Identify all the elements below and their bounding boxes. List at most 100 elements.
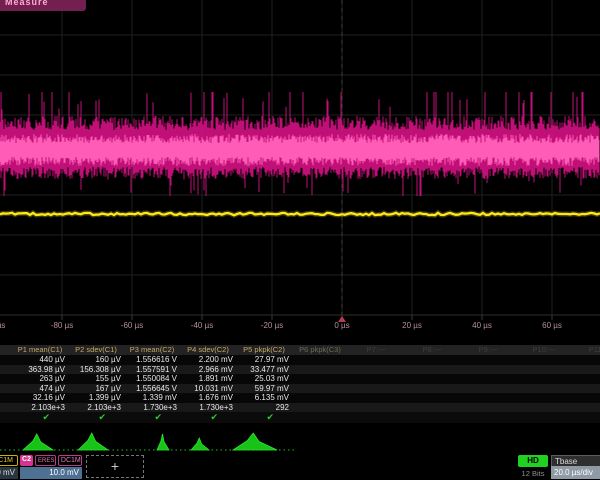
time-axis-label: -100 µs bbox=[0, 321, 22, 330]
param-value-cell: 27.97 mV bbox=[236, 355, 292, 365]
param-header-11[interactable]: P11:--- bbox=[572, 345, 600, 355]
param-value-cell: 155 µV bbox=[68, 374, 124, 384]
oscilloscope-screen: Measure -100 µs-80 µs-60 µs-40 µs-20 µs0… bbox=[0, 0, 600, 480]
time-axis-label: -80 µs bbox=[32, 321, 92, 330]
measurement-row: 263 µV155 µV1.550084 V1.891 mV25.03 mV bbox=[0, 374, 600, 384]
param-value-cell bbox=[572, 374, 600, 384]
param-value-cell: 1.730e+3 bbox=[180, 403, 236, 413]
param-value-cell bbox=[292, 384, 348, 394]
top-menu-label-text: Measure bbox=[0, 0, 86, 7]
status-check-icon: ✔ bbox=[12, 412, 68, 423]
timebase-value: 20.0 µs/div bbox=[551, 466, 600, 479]
param-value-cell: 156.308 µV bbox=[68, 365, 124, 375]
param-value-cell bbox=[460, 384, 516, 394]
param-value-cell bbox=[404, 355, 460, 365]
param-value-cell: 160 µV bbox=[68, 355, 124, 365]
param-value-cell bbox=[572, 355, 600, 365]
param-value-cell: 1.399 µV bbox=[68, 393, 124, 403]
param-value-cell: 1.891 mV bbox=[180, 374, 236, 384]
param-value-cell bbox=[404, 393, 460, 403]
param-value-cell bbox=[404, 403, 460, 413]
param-value-cell bbox=[516, 374, 572, 384]
param-value-cell: 167 µV bbox=[68, 384, 124, 394]
param-value-cell bbox=[516, 355, 572, 365]
channel-descriptor-c2[interactable]: C2 ERES DC1M 10.0 mV bbox=[20, 455, 82, 479]
param-value-cell: 2.103e+3 bbox=[12, 403, 68, 413]
param-value-cell bbox=[460, 393, 516, 403]
c1-coupling-tag: DC1M bbox=[0, 455, 18, 466]
hd-bits-label: 12 Bits bbox=[512, 469, 554, 478]
param-value-cell: 10.031 mV bbox=[180, 384, 236, 394]
c1-tag-row: C1 DC1M bbox=[0, 455, 18, 466]
time-axis-label: 0 µs bbox=[312, 321, 372, 330]
param-header-10[interactable]: P10:--- bbox=[516, 345, 572, 355]
param-value-cell: 1.676 mV bbox=[180, 393, 236, 403]
param-value-cell: 292 bbox=[236, 403, 292, 413]
param-value-cell bbox=[292, 365, 348, 375]
status-check-icon: ✔ bbox=[180, 412, 236, 423]
param-value-cell bbox=[460, 403, 516, 413]
param-value-cell: 32.16 µV bbox=[12, 393, 68, 403]
channel-descriptor-c1[interactable]: C1 DC1M 10.0 mV bbox=[0, 455, 18, 479]
param-header-2[interactable]: P2 sdev(C1) bbox=[68, 345, 124, 355]
c2-tag-row: C2 ERES DC1M bbox=[20, 455, 82, 466]
param-value-cell: 1.556645 V bbox=[124, 384, 180, 394]
param-value-cell bbox=[348, 384, 404, 394]
param-value-cell: 440 µV bbox=[12, 355, 68, 365]
param-header-7[interactable]: P7:--- bbox=[348, 345, 404, 355]
param-value-cell bbox=[516, 403, 572, 413]
measurement-row: 363.98 µV156.308 µV1.557591 V2.966 mV33.… bbox=[0, 365, 600, 375]
hd-mode-badge[interactable]: HD bbox=[518, 455, 548, 467]
time-axis-label: -40 µs bbox=[172, 321, 232, 330]
measurement-row: 440 µV160 µV1.556616 V2.200 mV27.97 mV bbox=[0, 355, 600, 365]
param-value-cell bbox=[460, 355, 516, 365]
param-value-cell: 1.730e+3 bbox=[124, 403, 180, 413]
time-axis-label: 20 µs bbox=[382, 321, 442, 330]
param-value-cell bbox=[516, 365, 572, 375]
param-value-cell: 6.135 mV bbox=[236, 393, 292, 403]
timebase-descriptor[interactable]: Tbase 20.0 µs/div bbox=[551, 455, 600, 479]
param-value-cell: 59.97 mV bbox=[236, 384, 292, 394]
param-value-cell bbox=[292, 355, 348, 365]
param-value-cell bbox=[404, 365, 460, 375]
param-value-cell bbox=[292, 403, 348, 413]
measurement-table: P1 mean(C1)P2 sdev(C1)P3 mean(C2)P4 sdev… bbox=[0, 345, 600, 423]
param-value-cell bbox=[404, 374, 460, 384]
time-axis-label: 60 µs bbox=[522, 321, 582, 330]
param-header-9[interactable]: P9:--- bbox=[460, 345, 516, 355]
param-value-cell bbox=[348, 374, 404, 384]
param-value-cell bbox=[572, 403, 600, 413]
status-check-icon: ✔ bbox=[124, 412, 180, 423]
param-value-cell: 1.556616 V bbox=[124, 355, 180, 365]
param-value-cell bbox=[348, 365, 404, 375]
measurement-row: 32.16 µV1.399 µV1.339 mV1.676 mV6.135 mV bbox=[0, 393, 600, 403]
param-value-cell bbox=[404, 384, 460, 394]
measurement-row: 2.103e+32.103e+31.730e+31.730e+3292 bbox=[0, 403, 600, 413]
top-menu-label[interactable]: Measure bbox=[0, 0, 86, 11]
param-value-cell bbox=[516, 393, 572, 403]
param-value-cell: 33.477 mV bbox=[236, 365, 292, 375]
param-value-cell bbox=[572, 365, 600, 375]
c1-scale-value: 10.0 mV bbox=[0, 467, 18, 479]
param-value-cell: 2.103e+3 bbox=[68, 403, 124, 413]
param-header-6[interactable]: P6 pkpk(C3) bbox=[292, 345, 348, 355]
param-header-3[interactable]: P3 mean(C2) bbox=[124, 345, 180, 355]
timebase-title: Tbase bbox=[551, 455, 600, 466]
param-header-1[interactable]: P1 mean(C1) bbox=[12, 345, 68, 355]
status-check-icon: ✔ bbox=[68, 412, 124, 423]
time-axis-label: 40 µs bbox=[452, 321, 512, 330]
param-value-cell bbox=[572, 393, 600, 403]
time-axis-label: -20 µs bbox=[242, 321, 302, 330]
param-header-5[interactable]: P5 pkpk(C2) bbox=[236, 345, 292, 355]
param-header-8[interactable]: P8:--- bbox=[404, 345, 460, 355]
c2-eres-tag: ERES bbox=[35, 455, 56, 466]
param-value-cell: 1.550084 V bbox=[124, 374, 180, 384]
param-value-cell: 363.98 µV bbox=[12, 365, 68, 375]
c2-scale-value: 10.0 mV bbox=[20, 467, 82, 479]
measurement-header-row: P1 mean(C1)P2 sdev(C1)P3 mean(C2)P4 sdev… bbox=[0, 345, 600, 355]
param-value-cell: 25.03 mV bbox=[236, 374, 292, 384]
param-value-cell: 2.200 mV bbox=[180, 355, 236, 365]
measurement-row: 474 µV167 µV1.556645 V10.031 mV59.97 mV bbox=[0, 384, 600, 394]
add-trace-button[interactable]: + bbox=[86, 455, 144, 478]
param-header-4[interactable]: P4 sdev(C2) bbox=[180, 345, 236, 355]
